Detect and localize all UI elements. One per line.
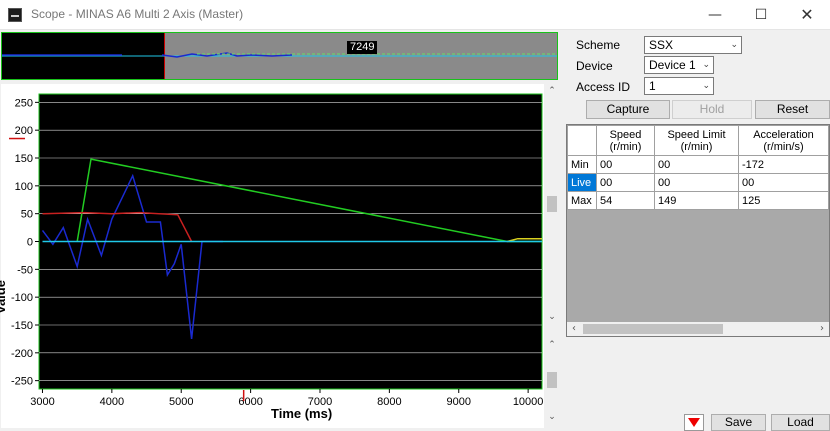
x-tick-label: 3000 [30, 396, 54, 408]
table-cell[interactable]: 125 [738, 191, 829, 210]
chevron-down-icon: ⌄ [702, 81, 710, 91]
table-cell[interactable]: -172 [738, 155, 829, 174]
plot-canvas[interactable]: 250 200 150 100 50 0 -50 -100 -150 -200 -250 3000 4… [1, 84, 544, 428]
y-tick-label: 150 [15, 153, 33, 165]
column-header-acceleration[interactable]: Acceleration (r/min/s) [738, 125, 829, 156]
trigger-down-icon[interactable] [684, 414, 704, 431]
y-tick-label: -50 [17, 264, 33, 276]
access-id-select[interactable]: 1 ⌄ [644, 77, 714, 95]
close-icon[interactable]: ✕ [784, 0, 830, 30]
load-button[interactable]: Load [771, 414, 830, 431]
scheme-select[interactable]: SSX ⌄ [644, 36, 742, 54]
x-tick-label: 5000 [169, 396, 193, 408]
overview-trace [2, 52, 557, 58]
scroll-up-icon-lower[interactable]: ⌃ [545, 340, 559, 354]
scroll-up-icon[interactable]: ⌃ [545, 86, 559, 100]
column-header-speed[interactable]: Speed (r/min) [596, 125, 655, 156]
access-id-value: 1 [649, 79, 656, 93]
table-cell[interactable]: 00 [738, 173, 829, 192]
y-tick-label: 250 [15, 97, 33, 109]
y-tick-label: -100 [11, 292, 33, 304]
save-button[interactable]: Save [711, 414, 766, 431]
x-tick-label: 4000 [100, 396, 124, 408]
maximize-icon[interactable]: ☐ [738, 0, 784, 30]
overview-cursor-label: 7249 [347, 41, 378, 54]
table-cell[interactable]: 54 [596, 191, 655, 210]
table-row[interactable]: Live 00 00 00 [567, 173, 829, 192]
table-cell[interactable]: 00 [596, 173, 655, 192]
scroll-right-icon[interactable]: › [815, 322, 829, 336]
scheme-label: Scheme [576, 38, 621, 52]
y-tick-label: 50 [21, 209, 33, 221]
table-row[interactable]: Min 00 00 -172 [567, 155, 829, 174]
table-cell[interactable]: 00 [596, 155, 655, 174]
y-tick-label: 0 [27, 237, 33, 249]
grid-corner [567, 125, 597, 156]
column-header-speed-limit[interactable]: Speed Limit (r/min) [654, 125, 739, 156]
plot-vertical-scrollbar[interactable]: ⌃ ⌄ ⌃ ⌄ [545, 84, 559, 428]
grid-horizontal-scrollbar[interactable]: ‹ › [567, 322, 829, 336]
hold-button[interactable]: Hold [672, 100, 752, 119]
scroll-thumb-upper[interactable] [547, 196, 557, 212]
row-header-live[interactable]: Live [567, 173, 597, 192]
scope-app-icon [8, 8, 22, 22]
value-grid[interactable]: Speed (r/min) Speed Limit (r/min) Accelera… [566, 124, 830, 337]
scroll-thumb[interactable] [583, 324, 723, 334]
scroll-down-icon[interactable]: ⌄ [545, 312, 559, 326]
title-bar: Scope - MINAS A6 Multi 2 Axis (Master) —… [0, 0, 830, 30]
table-cell[interactable]: 00 [654, 173, 739, 192]
x-tick-label: 10000 [513, 396, 544, 408]
device-value: Device 1 [649, 58, 696, 72]
x-tick-label: 8000 [377, 396, 401, 408]
table-row[interactable]: Max 54 149 125 [567, 191, 829, 210]
scroll-left-icon[interactable]: ‹ [567, 322, 581, 336]
chevron-down-icon: ⌄ [702, 60, 710, 70]
table-cell[interactable]: 149 [654, 191, 739, 210]
y-tick-label: 200 [15, 125, 33, 137]
y-tick-label: -250 [11, 376, 33, 388]
device-select[interactable]: Device 1 ⌄ [644, 56, 714, 74]
scroll-down-icon-lower[interactable]: ⌄ [545, 412, 559, 426]
device-label: Device [576, 59, 613, 73]
y-tick-label: -200 [11, 348, 33, 360]
x-axis-label: Time (ms) [271, 406, 333, 421]
reset-button[interactable]: Reset [755, 100, 830, 119]
y-axis-label: Value [0, 280, 8, 314]
scroll-thumb-lower[interactable] [547, 372, 557, 388]
table-cell[interactable]: 00 [654, 155, 739, 174]
y-tick-label: 100 [15, 181, 33, 193]
window-title: Scope - MINAS A6 Multi 2 Axis (Master) [31, 7, 244, 21]
minimize-icon[interactable]: — [692, 0, 738, 30]
x-tick-label: 9000 [447, 396, 471, 408]
scheme-value: SSX [649, 38, 674, 52]
row-header-max[interactable]: Max [567, 191, 597, 210]
scope-plot[interactable]: 250 200 150 100 50 0 -50 -100 -150 -200 -250 3000 4… [0, 84, 544, 428]
y-tick-label: -150 [11, 320, 33, 332]
capture-button[interactable]: Capture [586, 100, 670, 119]
row-header-min[interactable]: Min [567, 155, 597, 174]
chevron-down-icon: ⌄ [730, 40, 738, 50]
access-id-label: Access ID [576, 80, 631, 94]
overview-strip[interactable]: 7249 [1, 32, 558, 80]
x-tick-label: 6000 [238, 396, 262, 408]
